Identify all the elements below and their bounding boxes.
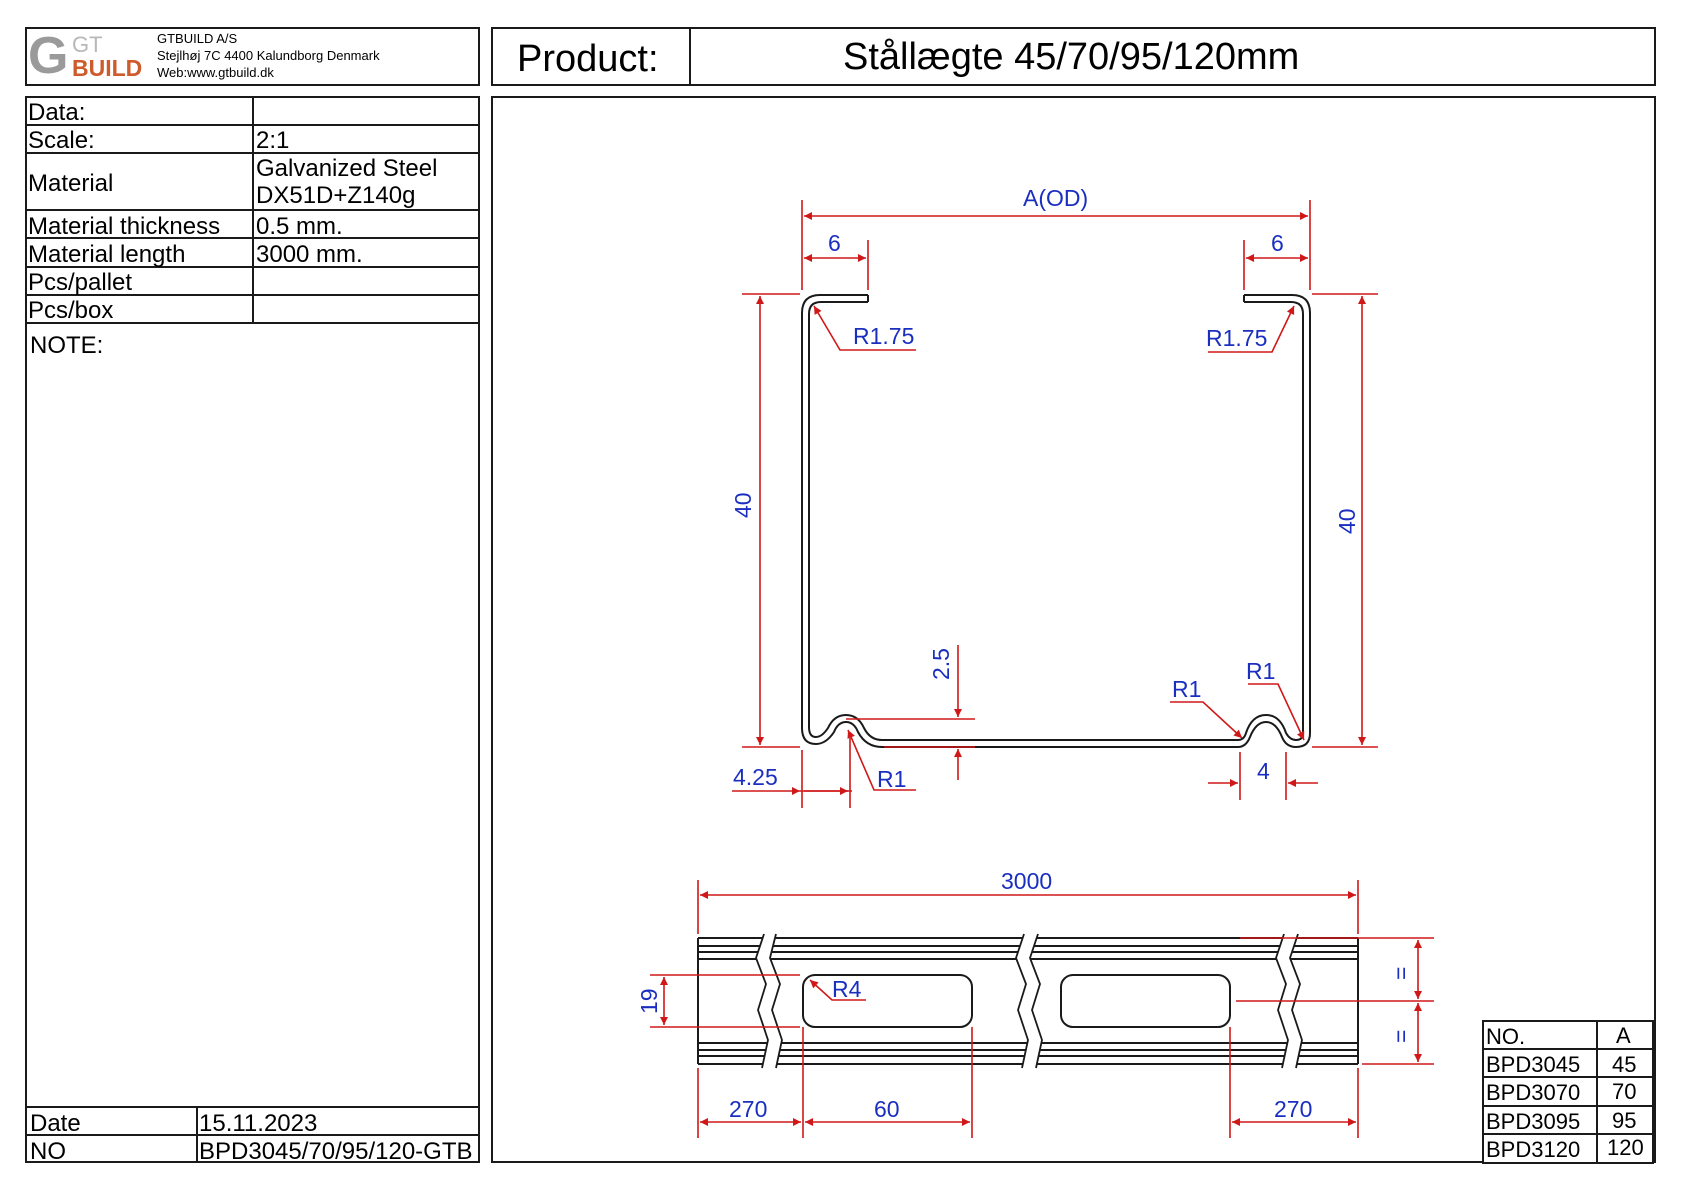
dim-slot-height-label: 19 xyxy=(636,988,662,1014)
dim-height-right-label: 40 xyxy=(1334,508,1360,534)
dim-equal-bottom-label: = xyxy=(1388,1029,1414,1043)
radius-top-right-label: R1.75 xyxy=(1206,325,1268,351)
dim-width-label: A(OD) xyxy=(1023,185,1089,211)
dim-equal-top-label: = xyxy=(1388,966,1414,980)
dim-groove-width-label: 4 xyxy=(1257,758,1270,784)
dim-lip-left-label: 6 xyxy=(828,230,841,256)
section-dimension-lines xyxy=(732,200,1378,808)
break-mark-center xyxy=(1015,933,1043,1069)
radius-slot-label: R4 xyxy=(832,976,862,1002)
radius-groove-left-label: R1 xyxy=(877,766,907,792)
dim-end-left-label: 270 xyxy=(729,1096,768,1122)
leader-r1-bottom-right-a xyxy=(1170,701,1243,739)
variant-row-no: BPD3120 xyxy=(1486,1137,1581,1162)
profile-outer-edge xyxy=(801,294,1311,748)
leader-r1-bottom-right-b xyxy=(1248,683,1305,741)
dim-length-label: 3000 xyxy=(1001,868,1053,894)
variant-row-no: BPD3045 xyxy=(1486,1052,1581,1077)
variant-row-a: 70 xyxy=(1612,1079,1637,1104)
dim-height-left-label: 40 xyxy=(730,492,756,518)
variant-row-a: 120 xyxy=(1607,1135,1644,1160)
variant-header-a: A xyxy=(1616,1023,1631,1048)
dim-groove-depth-label: 2.5 xyxy=(928,648,954,680)
radius-groove-right-b-label: R1 xyxy=(1246,658,1276,684)
technical-drawing xyxy=(650,200,1654,1164)
dim-end-right-label: 270 xyxy=(1274,1096,1313,1122)
profile-inner-edge xyxy=(808,301,1304,741)
variant-row-a: 45 xyxy=(1612,1052,1637,1077)
slot-right xyxy=(1060,974,1231,1028)
dim-lip-right-label: 6 xyxy=(1271,230,1284,256)
dim-slot-length-label: 60 xyxy=(874,1096,900,1122)
variant-row-a: 95 xyxy=(1612,1108,1637,1133)
slot-left xyxy=(802,974,973,1028)
radius-top-left-label: R1.75 xyxy=(853,323,915,349)
variant-row-no: BPD3095 xyxy=(1486,1109,1581,1134)
dim-groove-offset-label: 4.25 xyxy=(733,764,778,790)
radius-groove-right-a-label: R1 xyxy=(1172,676,1202,702)
break-mark-left-1 xyxy=(755,933,783,1069)
variant-row-no: BPD3070 xyxy=(1486,1080,1581,1105)
profile-cross-section xyxy=(801,294,1311,748)
variant-header-no: NO. xyxy=(1486,1024,1526,1049)
